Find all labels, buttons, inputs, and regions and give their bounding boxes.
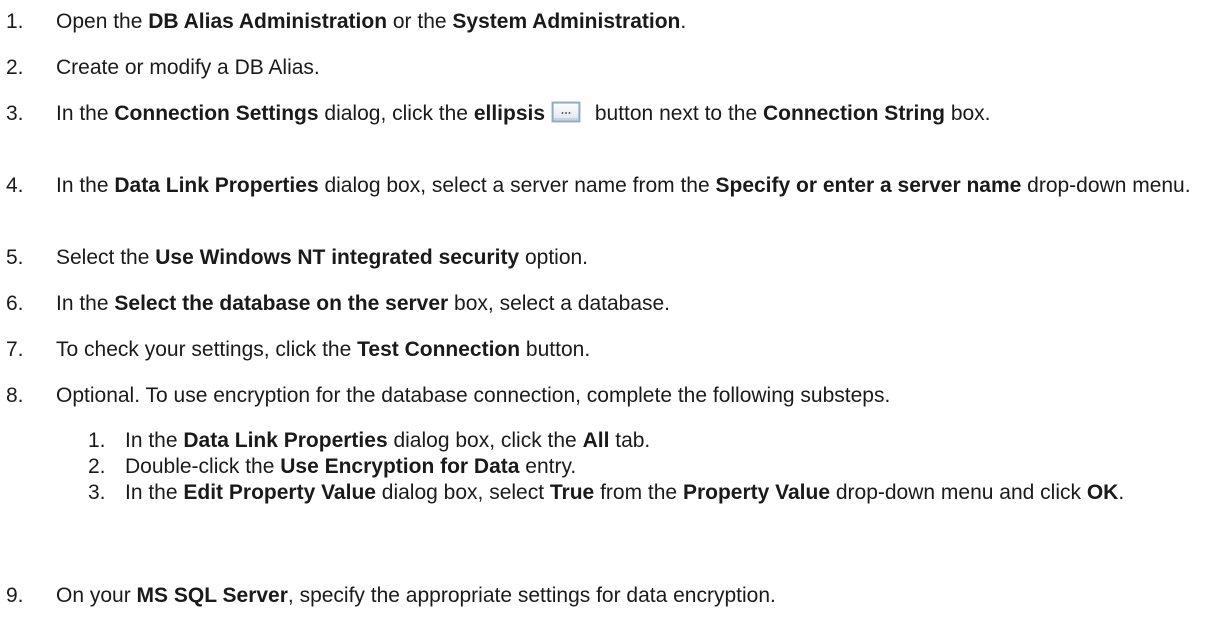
- step-text: In the Data Link Properties dialog box, …: [56, 174, 1191, 197]
- step-text: Create or modify a DB Alias.: [56, 56, 320, 79]
- step-text: On your MS SQL Server, specify the appro…: [56, 584, 776, 607]
- step-number: 2.: [6, 56, 24, 79]
- ui-term: Use Encryption for Data: [280, 455, 520, 478]
- substep-text: In the Data Link Properties dialog box, …: [125, 429, 651, 452]
- substep-number: 1.: [88, 429, 106, 452]
- ui-term: True: [549, 481, 595, 504]
- ui-term: Connection String: [762, 102, 945, 125]
- substep-text: Double-click the Use Encryption for Data…: [125, 455, 577, 478]
- step-text: Optional. To use encryption for the data…: [56, 384, 891, 407]
- ui-term: Specify or enter a server name: [715, 174, 1022, 197]
- ui-term: ellipsis: [473, 102, 546, 125]
- step-number: 5.: [6, 246, 24, 269]
- step-number: 7.: [6, 338, 24, 361]
- ui-term: OK: [1086, 481, 1119, 504]
- step-text: Select the Use Windows NT integrated sec…: [56, 246, 589, 269]
- ui-term: Property Value: [682, 481, 831, 504]
- procedure-document: 1. Open the DB Alias Administration or t…: [0, 0, 1207, 620]
- ui-term: MS SQL Server: [136, 584, 288, 607]
- ui-term: Select the database on the server: [114, 292, 449, 315]
- step-number: 4.: [6, 174, 24, 197]
- substep-number: 2.: [88, 455, 106, 478]
- step-number: 9.: [6, 584, 24, 607]
- ui-term: Data Link Properties: [183, 429, 388, 452]
- ui-term: Test Connection: [357, 338, 521, 361]
- step-text: In the Select the database on the server…: [56, 292, 671, 315]
- ui-term: Edit Property Value: [183, 481, 376, 504]
- ui-term: All: [582, 429, 610, 452]
- step-text: Open the DB Alias Administration or the …: [56, 10, 687, 33]
- step-number: 1.: [6, 10, 24, 33]
- ui-term: DB Alias Administration: [148, 10, 388, 33]
- step-number: 8.: [6, 384, 24, 407]
- step-number: 6.: [6, 292, 24, 315]
- step-text: In the Connection Settings dialog, click…: [56, 101, 991, 125]
- step-number: 3.: [6, 102, 24, 125]
- ui-term: Use Windows NT integrated security: [155, 246, 520, 269]
- ellipsis-button-icon: [551, 101, 581, 123]
- substep-text: In the Edit Property Value dialog box, s…: [125, 481, 1125, 504]
- ui-term: System Administration: [452, 10, 681, 33]
- ui-term: Connection Settings: [114, 102, 319, 125]
- step-text: To check your settings, click the Test C…: [56, 338, 591, 361]
- substep-number: 3.: [88, 481, 106, 504]
- ui-term: Data Link Properties: [114, 174, 319, 197]
